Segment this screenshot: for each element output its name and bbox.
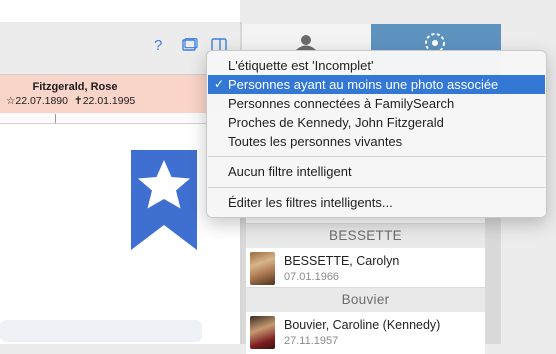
timeline-ruler	[0, 113, 240, 124]
section-header: BESSETTE	[246, 223, 485, 249]
menu-item-edit-filters[interactable]: Éditer les filtres intelligents...	[208, 193, 545, 212]
person-row-date: 27.11.1957	[284, 335, 339, 347]
person-icon	[296, 35, 316, 50]
checkmark-icon: ✓	[214, 77, 225, 91]
ruler-tick	[55, 114, 56, 123]
person-row-name: Bouvier, Caroline (Kennedy)	[284, 318, 441, 332]
menu-item-living-persons[interactable]: Toutes les personnes vivantes	[208, 132, 545, 151]
help-button[interactable]: ?	[154, 38, 162, 54]
search-field[interactable]	[0, 320, 202, 342]
bookmark-star-icon[interactable]	[131, 150, 197, 255]
birth-date: 22.07.1890	[15, 95, 68, 107]
person-row-date: 07.01.1966	[284, 271, 340, 283]
person-row-name: BESSETTE, Carolyn	[284, 254, 400, 268]
menu-item-kennedy-relatives[interactable]: Proches de Kennedy, John Fitzgerald	[208, 113, 545, 132]
menu-item-with-photo[interactable]: ✓ Personnes ayant au moins une photo ass…	[208, 75, 545, 94]
section-header: Bouvier	[246, 287, 485, 313]
list-item[interactable]: Bouvier, Caroline (Kennedy) 27.11.1957	[246, 312, 485, 354]
death-cross-icon: ✝	[73, 95, 83, 107]
toolbar	[0, 22, 240, 75]
birth-star-icon: ☆	[6, 95, 16, 107]
death-date: 22.01.1995	[82, 95, 136, 107]
menu-item-familysearch[interactable]: Personnes connectées à FamilySearch	[208, 94, 545, 113]
menu-separator	[208, 156, 545, 157]
person-photo	[250, 316, 275, 349]
menu-item-incomplete-tag[interactable]: L'étiquette est 'Incomplet'	[208, 56, 545, 75]
menu-separator	[208, 187, 545, 188]
window-layout-icon[interactable]	[182, 38, 198, 56]
menu-item-no-filter[interactable]: Aucun filtre intelligent	[208, 162, 545, 181]
person-name: Fitzgerald, Rose	[32, 81, 118, 93]
person-dates: ☆22.07.1890 ✝22.01.1995	[6, 95, 135, 107]
list-item[interactable]: BESSETTE, Carolyn 07.01.1966	[246, 248, 485, 290]
smart-filter-menu: L'étiquette est 'Incomplet' ✓ Personnes …	[206, 50, 547, 218]
person-photo	[250, 252, 275, 285]
